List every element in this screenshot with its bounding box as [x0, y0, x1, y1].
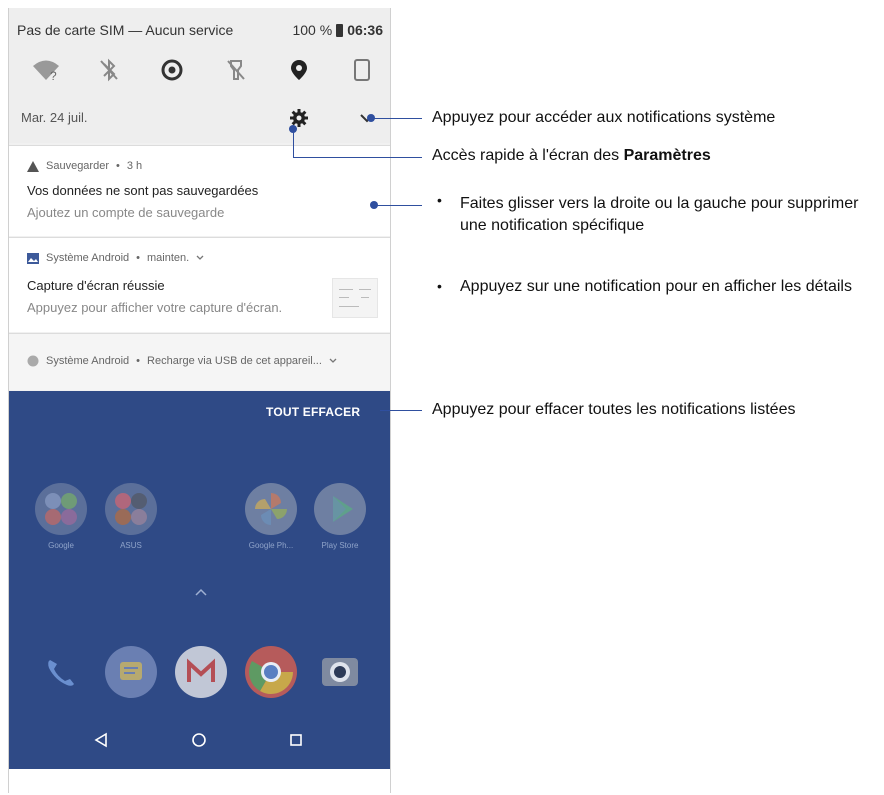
chevron-down-icon[interactable]	[329, 358, 337, 364]
status-bar: Pas de carte SIM — Aucun service 100 % 0…	[17, 22, 383, 42]
messages-icon[interactable]	[105, 646, 157, 698]
notification-time: mainten.	[147, 252, 190, 264]
callout-system-notifications: Appuyez pour accéder aux notifications s…	[432, 109, 776, 126]
app-label: ASUS	[120, 541, 142, 550]
notification-backup[interactable]: Sauvegarder • 3 h Vos données ne sont pa…	[9, 145, 390, 236]
location-icon[interactable]	[282, 54, 316, 86]
back-icon[interactable]	[89, 728, 113, 752]
callout-swipe: Faites glisser vers la droite ou la gauc…	[460, 195, 859, 234]
google-folder-icon[interactable]	[35, 483, 87, 535]
notification-usb-charging[interactable]: Système Android • Recharge via USB de ce…	[9, 333, 390, 390]
image-icon	[27, 252, 39, 264]
navigation-bar	[9, 716, 390, 764]
callout-line	[376, 205, 422, 206]
notification-app-name: Sauvegarder	[46, 160, 109, 172]
phone-screen: Pas de carte SIM — Aucun service 100 % 0…	[8, 8, 391, 793]
app-label: Play Store	[321, 541, 359, 550]
app-label: Google Ph...	[248, 541, 294, 550]
notification-summary: Recharge via USB de cet appareil...	[147, 355, 322, 367]
android-system-icon	[27, 355, 39, 367]
quick-settings-panel: Pas de carte SIM — Aucun service 100 % 0…	[9, 8, 390, 143]
home-icon[interactable]	[187, 728, 211, 752]
date-text: Mar. 24 juil.	[21, 110, 88, 125]
app-drawer-arrow-icon[interactable]	[194, 584, 208, 596]
recents-icon[interactable]	[284, 728, 308, 752]
notification-time: 3 h	[126, 160, 143, 172]
app-label: Google	[48, 541, 74, 550]
bluetooth-off-icon[interactable]	[92, 54, 126, 86]
warning-icon	[27, 160, 39, 172]
auto-rotate-icon[interactable]	[345, 54, 379, 86]
camera-icon[interactable]	[314, 646, 366, 698]
bullet: •	[437, 192, 442, 208]
notification-text: Ajoutez un compte de sauvegarde	[27, 205, 225, 220]
callout-line	[293, 157, 422, 158]
chevron-down-icon[interactable]	[196, 255, 204, 261]
notification-app-name: Système Android	[46, 355, 130, 367]
notification-text: Appuyez pour afficher votre capture d'éc…	[27, 300, 283, 315]
home-screen: TOUT EFFACER Google ASUS Google Ph... Pl…	[9, 391, 390, 769]
notification-title: Capture d'écran réussie	[27, 278, 165, 293]
wifi-off-icon[interactable]: ?	[29, 54, 63, 86]
callout-line	[380, 410, 422, 411]
screenshot-thumbnail	[332, 278, 378, 318]
clear-all-button[interactable]: TOUT EFFACER	[266, 405, 360, 419]
chrome-icon[interactable]	[245, 646, 297, 698]
data-saver-icon[interactable]	[155, 54, 189, 86]
notification-screenshot[interactable]: Système Android • mainten. Capture d'écr…	[9, 237, 390, 332]
bullet: •	[437, 278, 442, 294]
callout-line	[372, 118, 422, 119]
play-store-icon[interactable]	[314, 483, 366, 535]
notification-app-name: Système Android	[46, 252, 130, 264]
callout-tap: Appuyez sur une notification pour en aff…	[460, 278, 852, 295]
notification-title: Vos données ne sont pas sauvegardées	[27, 183, 259, 198]
clock-time: 06:36	[347, 22, 383, 38]
callout-line	[293, 129, 294, 158]
battery-level: 100 %	[292, 22, 333, 38]
carrier-text: Pas de carte SIM — Aucun service	[17, 22, 234, 38]
gmail-icon[interactable]	[175, 646, 227, 698]
screen-bottom	[9, 769, 390, 793]
google-photos-icon[interactable]	[245, 483, 297, 535]
asus-folder-icon[interactable]	[105, 483, 157, 535]
callout-settings: Accès rapide à l'écran des Paramètres	[432, 147, 711, 164]
svg-text:?: ?	[50, 69, 57, 82]
callout-clear-all: Appuyez pour effacer toutes les notifica…	[432, 401, 796, 418]
flashlight-off-icon[interactable]	[219, 54, 253, 86]
phone-icon[interactable]	[35, 646, 87, 698]
quick-settings-tiles: ?	[29, 54, 379, 86]
battery-icon	[336, 23, 344, 37]
